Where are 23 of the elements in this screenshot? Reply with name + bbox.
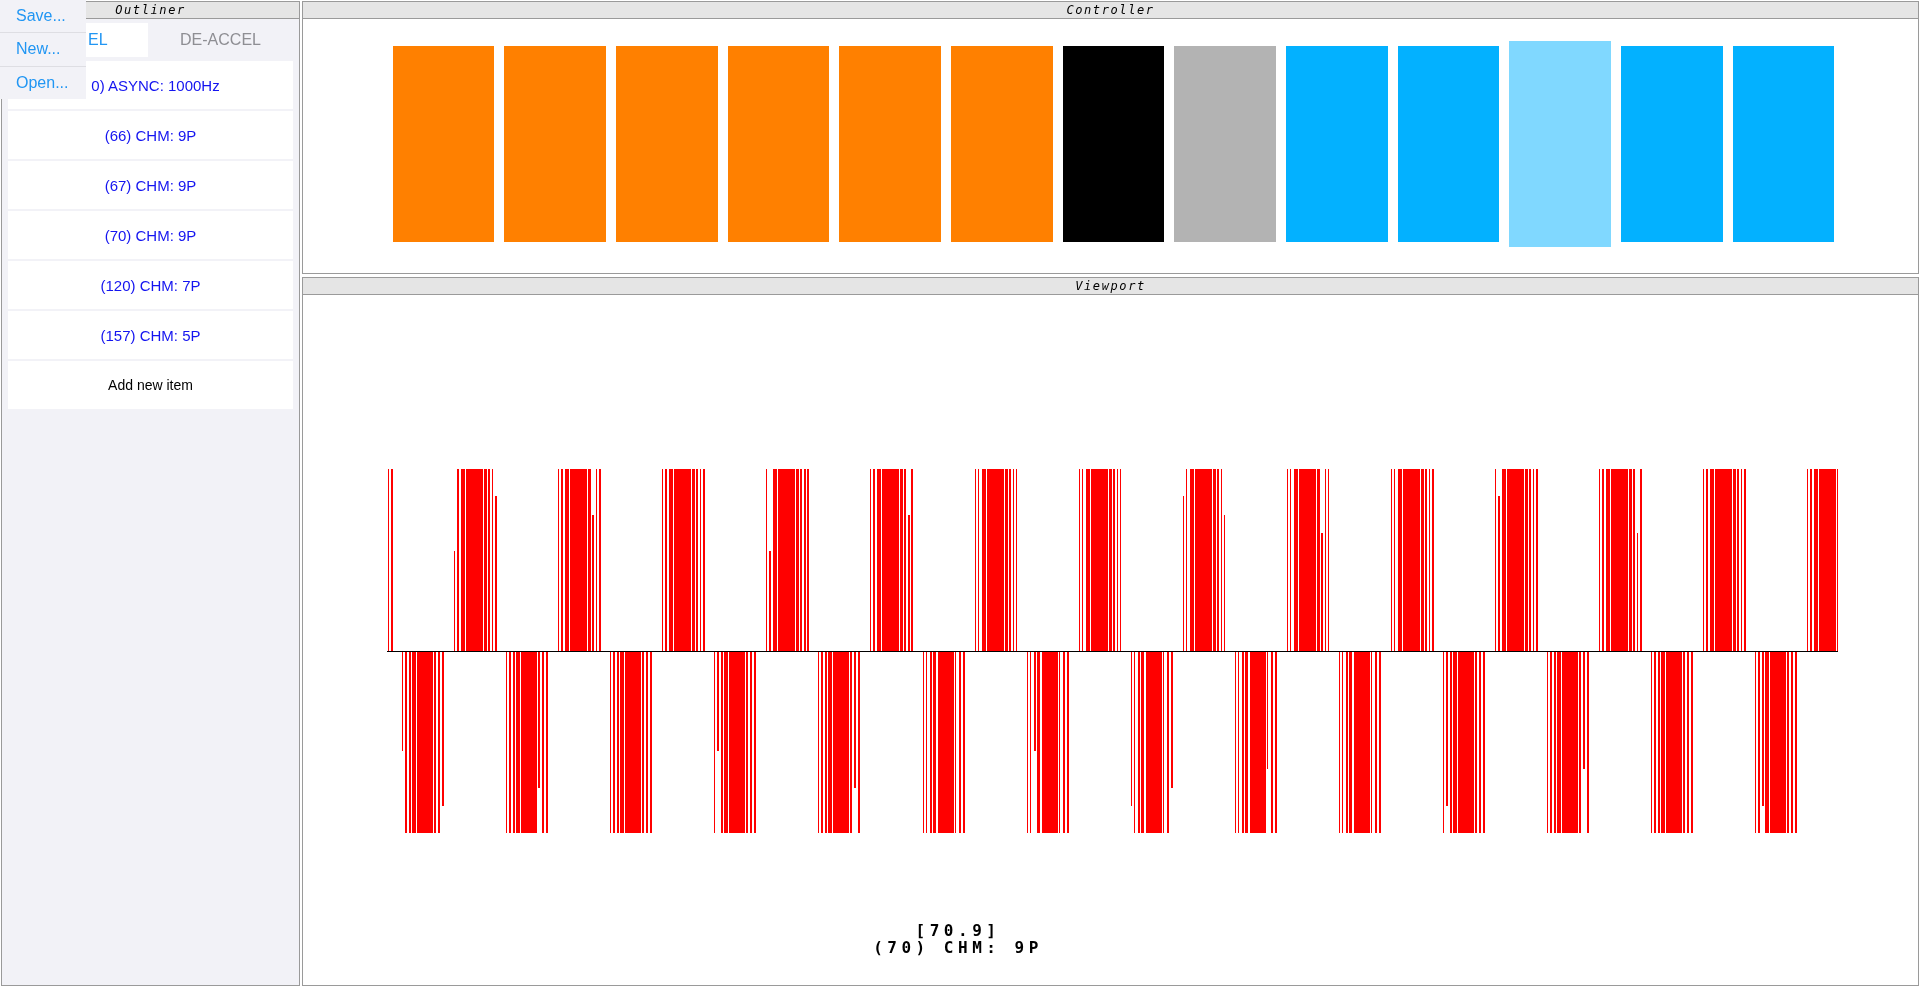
controller-block[interactable]	[1621, 46, 1723, 242]
panel-header: Viewport	[303, 278, 1918, 295]
controller-block[interactable]	[1509, 41, 1612, 247]
controller-block[interactable]	[1732, 46, 1835, 242]
readout-text: [70.9]	[915, 922, 1001, 939]
controller-block[interactable]	[839, 46, 941, 242]
controller-block[interactable]	[1174, 46, 1277, 242]
controller-block[interactable]	[1286, 46, 1388, 242]
controller-block[interactable]	[615, 46, 718, 242]
readout-text: (70) CHM: 9P	[873, 939, 1043, 956]
outliner-item[interactable]: (67) CHM: 9P	[8, 161, 293, 209]
panel-header: Controller	[303, 2, 1918, 19]
controller-block[interactable]	[727, 46, 830, 242]
controller-block[interactable]	[1397, 46, 1500, 242]
controller-block[interactable]	[950, 46, 1053, 242]
controller-block[interactable]	[1062, 46, 1165, 242]
outliner-item[interactable]: (66) CHM: 9P	[8, 111, 293, 159]
controller-block[interactable]	[392, 46, 495, 242]
outliner-item[interactable]: (70) CHM: 9P	[8, 211, 293, 259]
controller-block[interactable]	[504, 46, 606, 242]
outliner-item[interactable]: (120) CHM: 7P	[8, 261, 293, 309]
outliner-item[interactable]: (157) CHM: 5P	[8, 311, 293, 359]
add-item-button[interactable]: Add new item	[8, 361, 293, 409]
